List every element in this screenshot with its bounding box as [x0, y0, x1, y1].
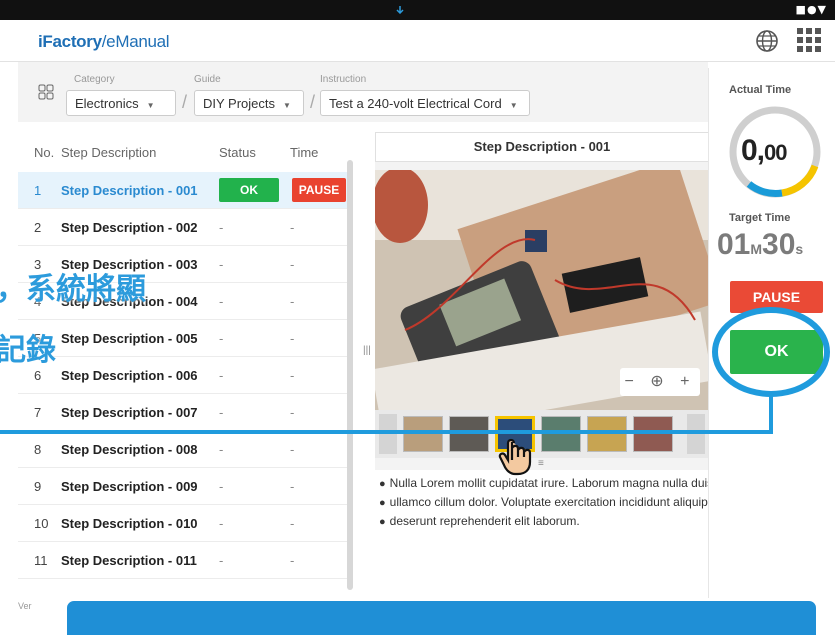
tutorial-text-line1: ，系統將顯	[0, 272, 146, 307]
tutorial-text-line2: 記錄	[0, 333, 56, 368]
tutorial-card	[64, 598, 819, 638]
tutorial-overlay	[0, 307, 830, 476]
